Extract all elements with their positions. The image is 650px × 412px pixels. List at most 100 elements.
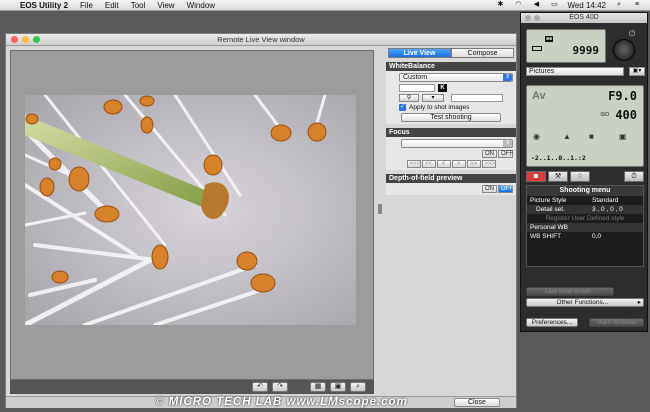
watermark-text: © MICRO TECH LAB www.LMscope.com [155, 396, 408, 408]
wb-option-dropdown[interactable]: ▾ [422, 94, 444, 102]
apply-to-shot-images-label: Apply to shot images [409, 104, 470, 111]
battery-icon [532, 46, 542, 51]
close-button[interactable]: Close [454, 398, 500, 407]
camera-window-titlebar[interactable]: EOS 40D [521, 13, 647, 23]
battery-icon[interactable]: ▭ [548, 1, 560, 9]
apply-to-shot-images-checkbox[interactable]: ✓ [399, 104, 406, 111]
shooting-mode-value[interactable]: Av [532, 90, 546, 102]
menubar-clock[interactable]: Wed 14:42 [563, 1, 610, 10]
timer-icon[interactable]: ⏱ [624, 171, 644, 182]
chevron-right-icon: ▸ [637, 299, 641, 306]
metering-icon[interactable]: ◉ [533, 132, 540, 141]
rotate-right-icon[interactable]: ↷ [272, 382, 288, 392]
test-shooting-button[interactable]: Test shooting [401, 113, 501, 122]
dof-off-button[interactable]: OFF [498, 185, 513, 193]
panel-splitter-handle[interactable] [378, 204, 382, 214]
camera-settings-window: EOS 40D ■■ 9999 ⏻ Pictures ▣▾ Av F9.0 IS… [520, 12, 648, 332]
white-balance-select[interactable]: Custom ⇕ [399, 73, 513, 82]
tab-live-view[interactable]: Live View [388, 48, 451, 58]
focus-far-small-button[interactable]: > [451, 160, 466, 168]
live-view-shoot-button[interactable]: Live view shoot... [526, 287, 614, 296]
bluetooth-icon[interactable]: ✱ [494, 1, 506, 9]
spotlight-search-icon[interactable]: ⌕ [613, 1, 625, 9]
live-view-toolbar: ↶ ↷ ▦ ▣ ⌕ [10, 380, 374, 394]
live-view-control-panel: Live View Compose WhiteBalance Custom ⇕ … [386, 48, 516, 228]
focus-far-medium-button[interactable]: >> [466, 160, 481, 168]
menu-row-wb-shift[interactable]: WB SHIFT 0,0 [527, 232, 643, 241]
iso-value[interactable]: 400 [615, 108, 637, 122]
window-zoom-button[interactable] [33, 36, 40, 43]
live-view-photo [25, 95, 356, 325]
notification-center-icon[interactable]: ≡ [631, 1, 643, 9]
color-temperature-field[interactable] [399, 84, 435, 92]
image-info-icon[interactable]: ▣ [330, 382, 346, 392]
zoom-icon[interactable]: ⌕ [350, 382, 366, 392]
menu-bar: EOS Utility 2 File Edit Tool View Window… [0, 0, 650, 11]
my-menu-tab-icon[interactable]: ☆ [570, 171, 590, 182]
focus-far-large-button[interactable]: >>> [481, 160, 496, 168]
image-quality-icon[interactable]: ■ [589, 132, 594, 141]
camera-model-title: EOS 40D [569, 14, 599, 21]
white-balance-header: WhiteBalance [386, 62, 516, 71]
dof-on-button[interactable]: ON [482, 185, 497, 193]
menu-row-picture-style[interactable]: Picture Style Standard [527, 196, 643, 205]
iso-label: ISO [600, 112, 609, 118]
focus-mode-select[interactable]: ⇕ [401, 139, 513, 148]
other-functions-button[interactable]: Other Functions... ▸ [526, 298, 644, 307]
drive-mode-icon[interactable]: ▣ [619, 132, 627, 141]
shots-remaining-display: ■■ 9999 [526, 29, 606, 63]
menu-row-register-user-style[interactable]: Register User Defined style [527, 214, 643, 223]
focus-near-small-button[interactable]: < [436, 160, 451, 168]
select-arrow-icon: ⇕ [503, 140, 512, 147]
menu-value: Standard [592, 197, 619, 204]
live-view-image-area[interactable] [10, 50, 374, 380]
menu-view[interactable]: View [151, 1, 180, 10]
other-functions-label: Other Functions... [556, 299, 609, 306]
menu-row-personal-wb[interactable]: Personal WB [527, 223, 643, 232]
rotate-left-icon[interactable]: ↶ [252, 382, 268, 392]
wb-value-field[interactable] [451, 94, 503, 102]
mode-dial-icon[interactable] [613, 39, 635, 61]
window-close-button[interactable] [11, 36, 18, 43]
power-icon: ⏻ [629, 29, 636, 38]
focus-header: Focus [386, 128, 516, 137]
setup-menu-tab-icon[interactable]: ⚒ [548, 171, 568, 182]
menu-edit[interactable]: Edit [99, 1, 125, 10]
app-menu[interactable]: EOS Utility 2 [16, 1, 74, 10]
main-window-button[interactable]: Main Window [589, 318, 644, 327]
menu-key: Personal WB [530, 224, 568, 231]
camera-settings-icon[interactable]: ▣▾ [629, 67, 645, 76]
eyedropper-button[interactable]: ⚲ [399, 94, 419, 102]
preferences-button[interactable]: Preferences... [526, 318, 578, 327]
menu-tool[interactable]: Tool [125, 1, 152, 10]
volume-icon[interactable]: ◀ [530, 1, 542, 9]
menu-value: 0,0 [592, 233, 602, 240]
shooting-menu-title: Shooting menu [527, 186, 643, 196]
shooting-menu: Shooting menu Picture Style Standard Det… [526, 185, 644, 267]
menu-key: WB SHIFT [530, 233, 562, 240]
focus-near-medium-button[interactable]: << [421, 160, 436, 168]
menu-row-detail-set[interactable]: Detail set. 3 , 0 , 0 , 0 [527, 205, 643, 214]
shooting-menu-tab-icon[interactable]: ◙ [526, 171, 546, 182]
window-minimize-button[interactable] [22, 36, 29, 43]
focus-off-button[interactable]: OFF [498, 150, 513, 158]
live-view-titlebar[interactable]: Remote Live View window [6, 34, 516, 46]
camera-settings-lcd: Av F9.0 ISO 400 ◉ ▲ ■ ▣ -2..1..0..1.:2 [526, 85, 644, 167]
focus-near-large-button[interactable]: <<< [406, 160, 421, 168]
select-arrow-icon: ⇕ [503, 74, 512, 81]
window-close-button[interactable] [525, 15, 531, 21]
grid-overlay-icon[interactable]: ▦ [310, 382, 326, 392]
picture-style-select[interactable]: Pictures [526, 67, 624, 76]
white-balance-icon[interactable]: ▲ [563, 132, 571, 141]
aperture-value[interactable]: F9.0 [608, 89, 637, 103]
shots-remaining-count: 9999 [572, 44, 600, 57]
window-minimize-button[interactable] [534, 15, 540, 21]
menu-window[interactable]: Window [181, 1, 221, 10]
exposure-compensation-scale[interactable]: -2..1..0..1.:2 [531, 154, 639, 162]
wifi-icon[interactable]: ◠ [512, 1, 524, 9]
eyedropper-icon: ⚲ [406, 95, 412, 101]
focus-on-button[interactable]: ON [482, 150, 497, 158]
tab-compose[interactable]: Compose [451, 48, 514, 58]
white-balance-value: Custom [403, 74, 428, 81]
menu-file[interactable]: File [74, 1, 99, 10]
